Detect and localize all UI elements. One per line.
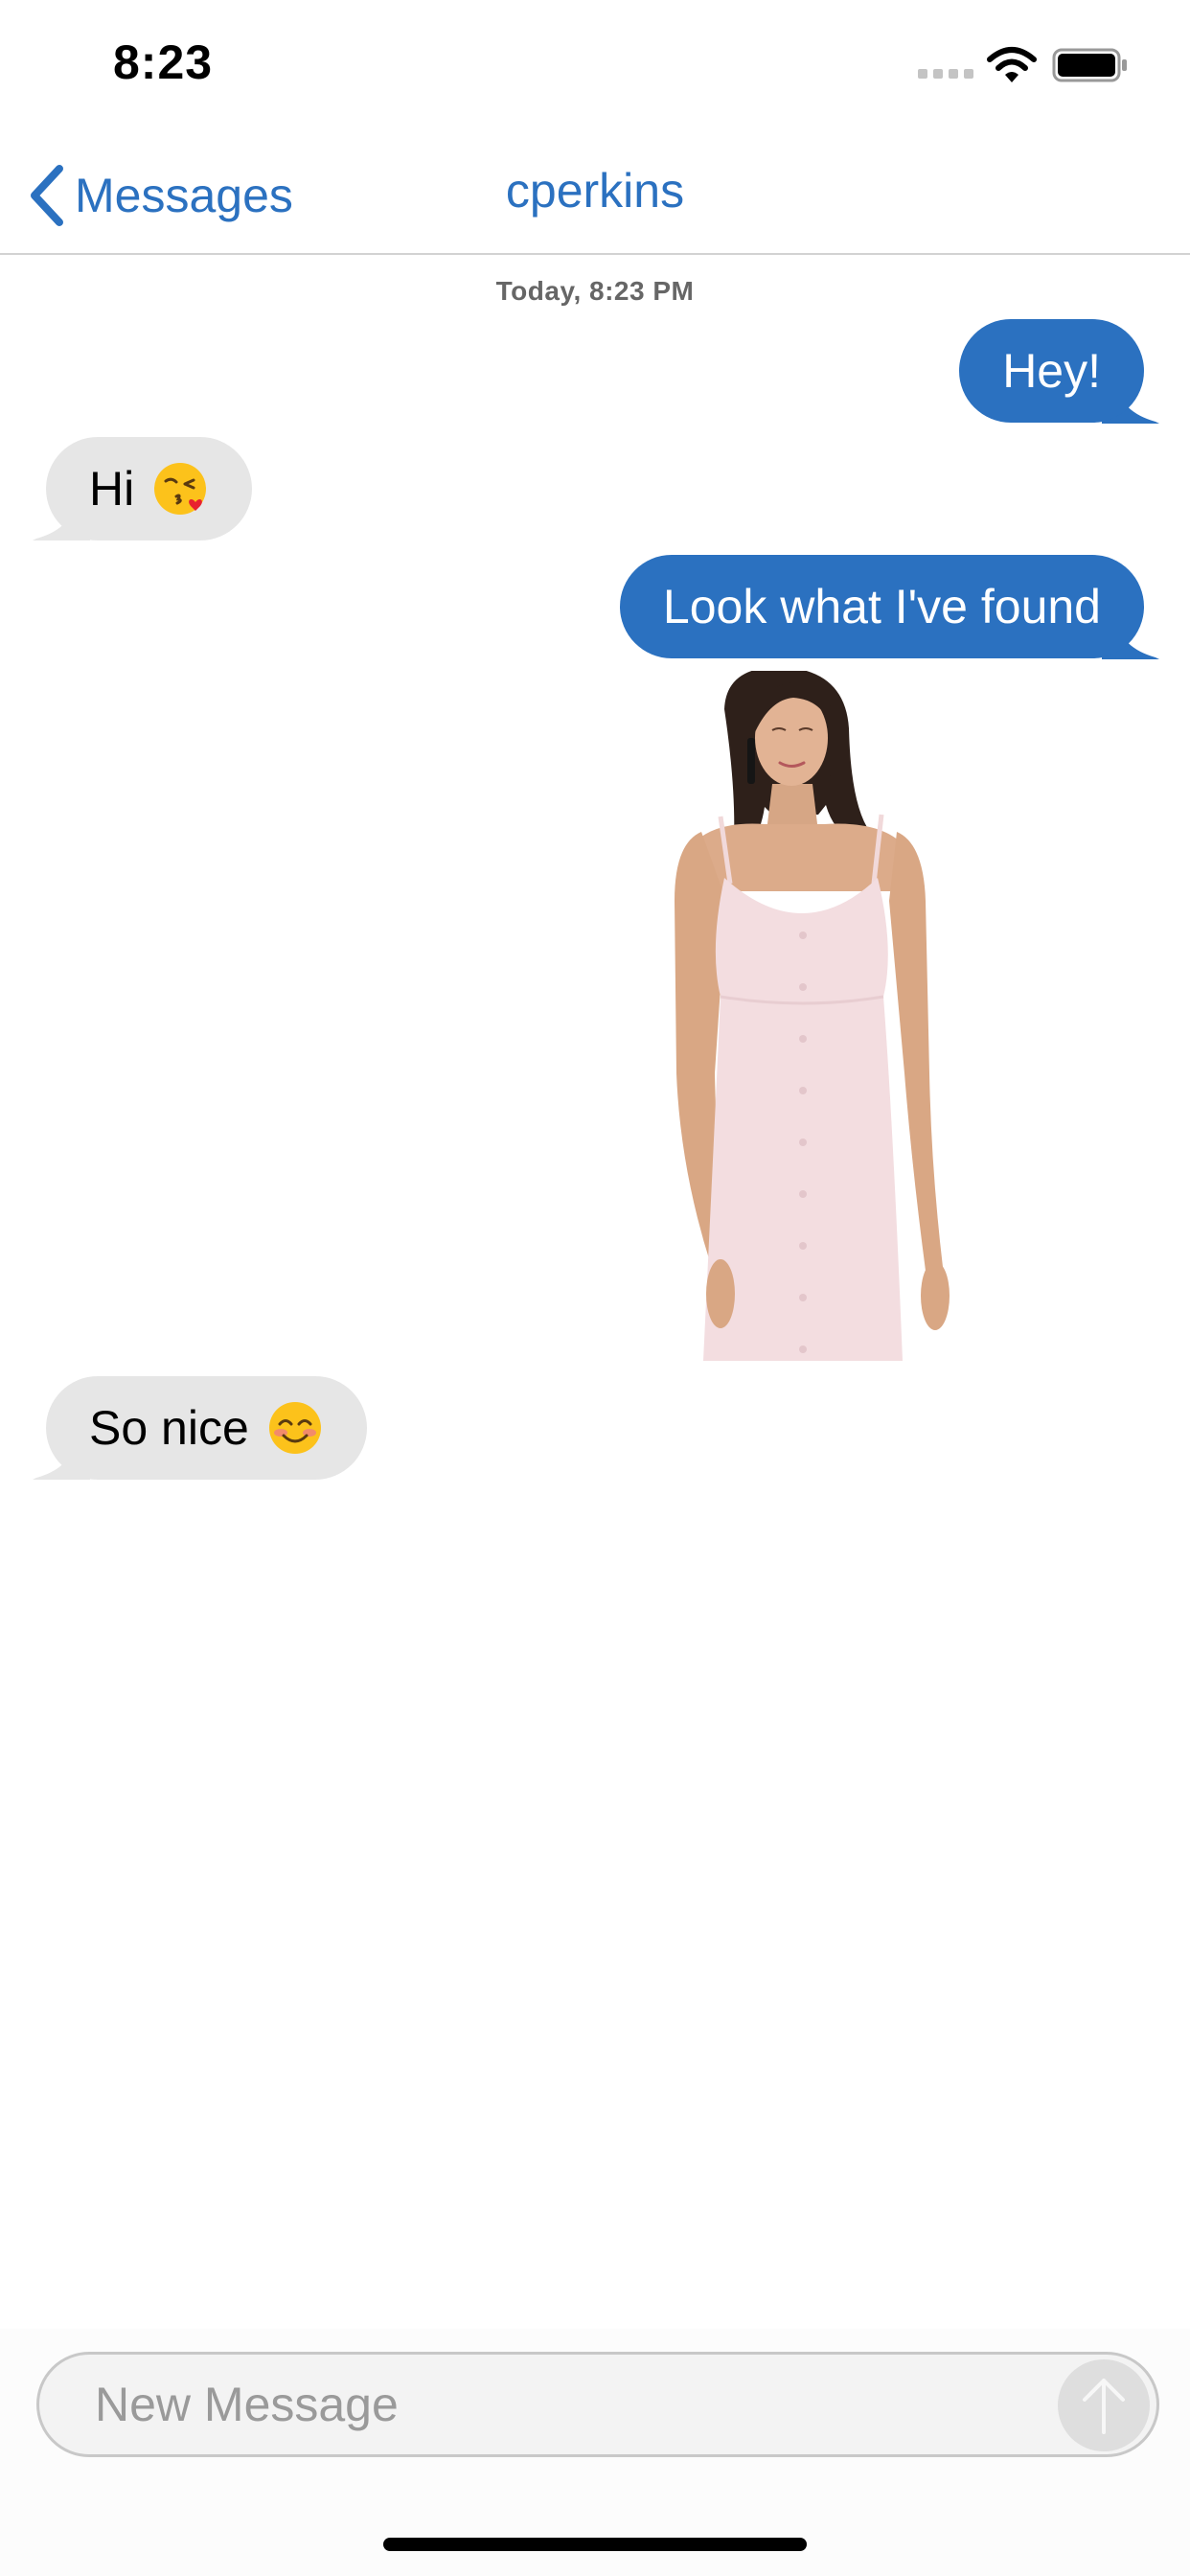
message-text: Hi bbox=[89, 462, 135, 516]
message-bubble-incoming[interactable]: So nice bbox=[46, 1376, 367, 1480]
send-button[interactable] bbox=[1058, 2359, 1150, 2451]
message-timestamp: Today, 8:23 PM bbox=[495, 276, 695, 306]
status-time: 8:23 bbox=[113, 35, 214, 89]
message-bubble-incoming[interactable]: Hi bbox=[46, 437, 253, 540]
arrow-up-icon bbox=[1083, 2379, 1125, 2434]
message-text: So nice bbox=[89, 1401, 249, 1455]
message-text: Look what I've found bbox=[662, 580, 1101, 633]
kissing-face-heart-icon bbox=[154, 462, 207, 515]
cellular-signal-icon bbox=[918, 69, 973, 80]
navigation-bar: Messages cperkins bbox=[0, 144, 1190, 255]
conversation-title[interactable]: cperkins bbox=[0, 163, 1190, 218]
message-text: Hey! bbox=[1002, 344, 1101, 398]
message-input[interactable]: New Message bbox=[36, 2352, 1159, 2457]
home-indicator[interactable] bbox=[383, 2538, 807, 2551]
dress-photo[interactable] bbox=[621, 671, 991, 1361]
wifi-icon bbox=[987, 47, 1037, 82]
battery-icon bbox=[1052, 48, 1127, 82]
message-bubble-outgoing[interactable]: Hey! bbox=[959, 319, 1144, 423]
smiling-face-blush-icon bbox=[268, 1401, 321, 1454]
message-bubble-outgoing[interactable]: Look what I've found bbox=[619, 555, 1144, 658]
